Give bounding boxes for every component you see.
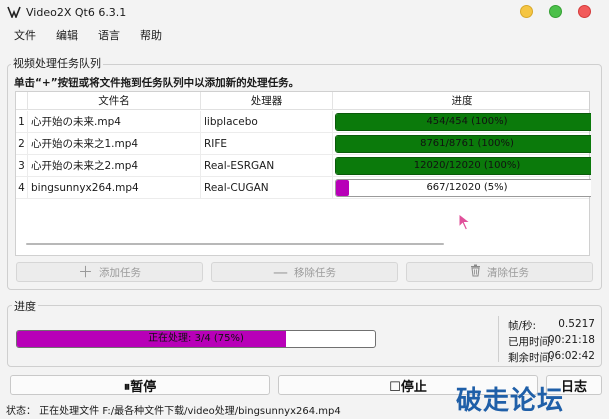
fps-value: 0.5217 — [558, 318, 595, 330]
minus-icon: — — [273, 262, 288, 281]
menu-file[interactable]: 文件 — [4, 27, 46, 43]
row-filename: 心开始の未来之2.mp4 — [28, 155, 201, 177]
menu-edit[interactable]: 编辑 — [46, 27, 88, 43]
row-progress-bar: 667/12020 (5%) — [335, 179, 591, 197]
row-processor: libplacebo — [201, 111, 333, 133]
row-processor: RIFE — [201, 133, 333, 155]
overall-progress-text: 正在处理: 3/4 (75%) — [148, 333, 244, 344]
row-index: 4 — [16, 177, 28, 199]
clear-tasks-button[interactable]: 清除任务 — [406, 262, 593, 282]
status-text: 状态： 正在处理文件 F:/最各种文件下载/video处理/bingsunnyx… — [6, 406, 341, 417]
plus-icon: ＋ — [77, 262, 93, 281]
remove-task-button[interactable]: — 移除任务 — [211, 262, 398, 282]
progress-group-title: 进度 — [12, 298, 38, 314]
row-progress-cell: 667/12020 (5%) — [333, 177, 591, 199]
elapsed-label: 已用时间: — [508, 336, 554, 348]
row-index: 3 — [16, 155, 28, 177]
maximize-button[interactable] — [549, 5, 562, 18]
table-row[interactable]: 3 心开始の未来之2.mp4 Real-ESRGAN 12020/12020 (… — [16, 155, 591, 177]
header-index — [16, 92, 28, 110]
menu-language[interactable]: 语言 — [88, 27, 130, 43]
trash-icon — [470, 264, 481, 280]
row-index: 1 — [16, 111, 28, 133]
row-processor: Real-CUGAN — [201, 177, 333, 199]
row-progress-bar: 454/454 (100%) — [335, 113, 591, 131]
clear-tasks-label: 清除任务 — [487, 266, 529, 279]
row-progress-text: 8761/8761 (100%) — [420, 138, 514, 149]
row-index: 2 — [16, 133, 28, 155]
title-bar: Video2X Qt6 6.3.1 — [0, 0, 609, 24]
row-progress-bar: 12020/12020 (100%) — [335, 157, 591, 175]
window-title: Video2X Qt6 6.3.1 — [26, 5, 127, 19]
row-processor: Real-ESRGAN — [201, 155, 333, 177]
add-task-label: 添加任务 — [99, 266, 141, 279]
table-header: 文件名 处理器 进度 — [16, 92, 589, 110]
remaining-label: 剩余时间: — [508, 352, 554, 364]
menu-help[interactable]: 帮助 — [130, 27, 172, 43]
overall-progress-bar: 正在处理: 3/4 (75%) — [16, 330, 376, 348]
row-filename: 心开始の未来之1.mp4 — [28, 133, 201, 155]
minimize-button[interactable] — [520, 5, 533, 18]
elapsed-value: 00:21:18 — [547, 334, 595, 346]
app-logo-icon — [6, 4, 22, 20]
row-progress-text: 667/12020 (5%) — [426, 182, 508, 193]
add-task-button[interactable]: ＋ 添加任务 — [16, 262, 203, 282]
fps-label: 帧/秒: — [508, 320, 537, 332]
header-processor[interactable]: 处理器 — [201, 92, 333, 110]
watermark: 破走论坛 — [456, 386, 565, 416]
close-button[interactable] — [578, 5, 591, 18]
queue-hint: 单击“+”按钮或将文件拖到任务队列中以添加新的处理任务。 — [14, 77, 300, 89]
row-progress-cell: 12020/12020 (100%) — [333, 155, 591, 177]
remove-task-label: 移除任务 — [294, 266, 336, 279]
horizontal-scrollbar[interactable] — [26, 243, 444, 245]
menu-bar: 文件 编辑 语言 帮助 — [0, 24, 609, 46]
cursor-icon — [458, 212, 472, 234]
table-row[interactable]: 4 bingsunnyx264.mp4 Real-CUGAN 667/12020… — [16, 177, 591, 199]
row-filename: bingsunnyx264.mp4 — [28, 177, 201, 199]
header-filename[interactable]: 文件名 — [28, 92, 201, 110]
row-progress-text: 454/454 (100%) — [426, 116, 508, 127]
stats-divider — [498, 316, 499, 362]
pause-button[interactable]: ⏸暂停 — [10, 375, 270, 395]
queue-group-title: 视频处理任务队列 — [11, 55, 103, 71]
remaining-value: 06:02:42 — [547, 350, 595, 362]
table-row[interactable]: 1 心开始の未来.mp4 libplacebo 454/454 (100%) — [16, 111, 591, 133]
table-row[interactable]: 2 心开始の未来之1.mp4 RIFE 8761/8761 (100%) — [16, 133, 591, 155]
row-progress-cell: 8761/8761 (100%) — [333, 133, 591, 155]
task-table[interactable]: 文件名 处理器 进度 1 心开始の未来.mp4 libplacebo 454/4… — [15, 91, 591, 256]
row-progress-text: 12020/12020 (100%) — [413, 160, 521, 171]
row-filename: 心开始の未来.mp4 — [28, 111, 201, 133]
row-progress-bar: 8761/8761 (100%) — [335, 135, 591, 153]
header-progress[interactable]: 进度 — [333, 92, 591, 110]
row-progress-cell: 454/454 (100%) — [333, 111, 591, 133]
